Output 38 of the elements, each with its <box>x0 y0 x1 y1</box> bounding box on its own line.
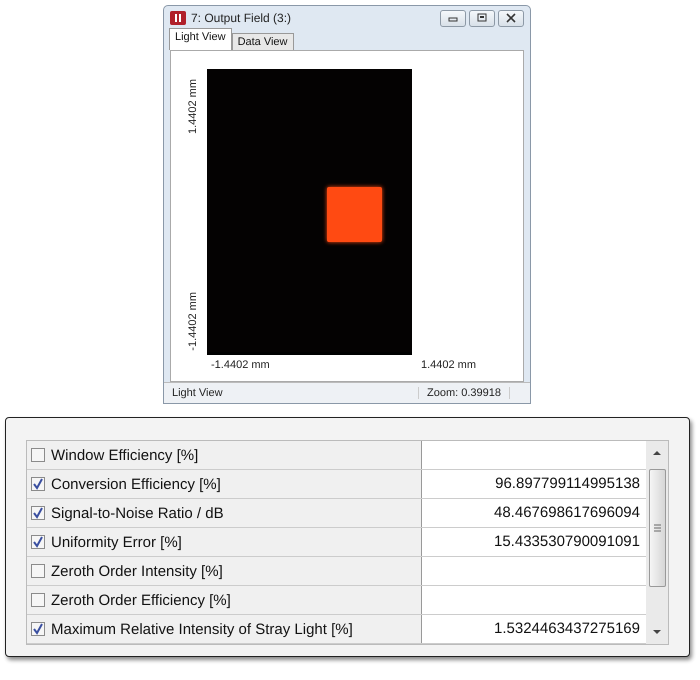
tab[interactable]: Data View <box>232 33 294 50</box>
axis-label: -1.4402 mm <box>187 292 199 351</box>
scrollbar[interactable] <box>646 441 668 644</box>
checkbox[interactable] <box>31 448 45 462</box>
down-arrow-icon[interactable] <box>652 628 662 636</box>
window-title: 7: Output Field (3:) <box>191 11 292 25</box>
maximize-icon <box>476 13 488 23</box>
close-button[interactable] <box>498 10 524 26</box>
row-label: Window Efficiency [%] <box>51 446 198 464</box>
axis-label: -1.4402 mm <box>211 359 270 373</box>
zoom-status: Zoom: 0.39918 <box>418 387 510 399</box>
status-text: Light View <box>171 387 224 399</box>
row-label: Zeroth Order Intensity [%] <box>51 562 223 580</box>
table-cell-text: 1.5324463437275169 <box>493 619 641 639</box>
checkbox[interactable] <box>31 535 45 549</box>
scroll-thumb[interactable] <box>648 469 666 587</box>
checkbox[interactable] <box>31 622 45 636</box>
row-label: Conversion Efficiency [%] <box>51 476 221 492</box>
app-icon <box>170 11 186 25</box>
row-label: Zeroth Order Efficiency [%] <box>51 592 231 608</box>
checkbox[interactable] <box>31 477 45 491</box>
table-cell-text: 48.467698617696094 <box>493 503 641 523</box>
row-label: Signal-to-Noise Ratio / dB <box>51 504 224 522</box>
up-arrow-icon[interactable] <box>652 449 662 457</box>
checkbox[interactable] <box>31 593 45 607</box>
axis-label: 1.4402 mm <box>420 359 476 373</box>
axis-label: 1.4402 mm <box>187 79 199 134</box>
tab[interactable]: Light View <box>169 28 232 50</box>
close-icon <box>505 13 517 23</box>
checkbox[interactable] <box>31 564 45 578</box>
table-cell-text: 15.433530790091091 <box>493 532 641 552</box>
minimize-button[interactable] <box>440 10 466 26</box>
maximize-button[interactable] <box>469 10 495 26</box>
table-cell-text: 96.897799114995138 <box>494 474 641 494</box>
row-label: Maximum Relative Intensity of Stray Light [%] <box>51 620 353 638</box>
checkbox[interactable] <box>31 506 45 520</box>
light-spot <box>327 187 382 242</box>
row-label: Uniformity Error [%] <box>51 534 182 550</box>
